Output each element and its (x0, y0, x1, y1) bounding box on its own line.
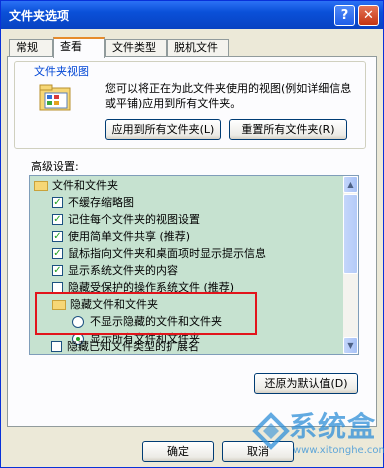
window-title: 文件夹选项 (9, 9, 70, 23)
highlight-box (35, 292, 257, 335)
scroll-down-icon[interactable]: ▼ (343, 337, 358, 354)
checkbox[interactable]: ✓ (52, 231, 63, 242)
tree-scrollbar[interactable]: ▲ ▼ (343, 176, 358, 354)
folder-views-title: 文件夹视图 (31, 63, 92, 79)
folder-views-description: 您可以将正在为此文件夹使用的视图(例如详细信息或平铺)应用到所有文件夹。 (105, 82, 352, 110)
title-bar: 文件夹选项 ? ✕ (1, 1, 383, 29)
ok-button[interactable]: 确定 (142, 441, 214, 462)
checkbox[interactable] (51, 341, 62, 352)
apply-to-all-folders-button[interactable]: 应用到所有文件夹(L) (105, 119, 221, 140)
checkbox[interactable]: ✓ (52, 214, 63, 225)
tree-item-remember-view-settings[interactable]: ✓ 记住每个文件夹的视图设置 (30, 211, 344, 229)
reset-all-folders-button[interactable]: 重置所有文件夹(R) (229, 119, 347, 140)
folder-icon (34, 181, 48, 191)
watermark-url: www.xitonghe.com (293, 445, 384, 456)
checkbox[interactable]: ✓ (52, 265, 63, 276)
advanced-settings-label: 高级设置: (31, 160, 79, 173)
folder-options-dialog: 文件夹选项 ? ✕ 常规 查看 文件类型 脱机文件 文件夹视图 您可以将正在为此… (0, 0, 384, 468)
checkbox[interactable]: ✓ (52, 248, 63, 259)
help-button[interactable]: ? (334, 5, 355, 26)
checkbox[interactable]: ✓ (52, 197, 63, 208)
tab-offline-files[interactable]: 脱机文件 (167, 39, 229, 57)
tree-item-show-system-folder-contents[interactable]: ✓ 显示系统文件夹的内容 (30, 262, 344, 280)
scroll-thumb[interactable] (343, 194, 358, 274)
scroll-up-icon[interactable]: ▲ (343, 176, 358, 193)
tree-item-hide-extensions[interactable]: 隐藏已知文件类型的扩展名 (29, 338, 343, 356)
tab-strip: 常规 查看 文件类型 脱机文件 (7, 37, 377, 58)
watermark-logo-icon (252, 412, 290, 450)
tab-file-types[interactable]: 文件类型 (105, 39, 167, 57)
tab-view[interactable]: 查看 (53, 37, 105, 58)
tree-item-simple-file-sharing[interactable]: ✓ 使用简单文件共享 (推荐) (30, 228, 344, 246)
tree-item-files-and-folders[interactable]: 文件和文件夹 (30, 177, 344, 195)
close-button[interactable]: ✕ (358, 5, 379, 26)
watermark-text: 系统盒 (289, 410, 377, 443)
restore-defaults-button[interactable]: 还原为默认值(D) (254, 373, 358, 394)
folder-views-icon (39, 84, 71, 111)
tree-item-show-popup-tips[interactable]: ✓ 鼠标指向文件夹和桌面项时显示提示信息 (30, 245, 344, 263)
tree-item-no-thumbnail-cache[interactable]: ✓ 不缓存缩略图 (30, 194, 344, 212)
tab-general[interactable]: 常规 (9, 39, 53, 57)
